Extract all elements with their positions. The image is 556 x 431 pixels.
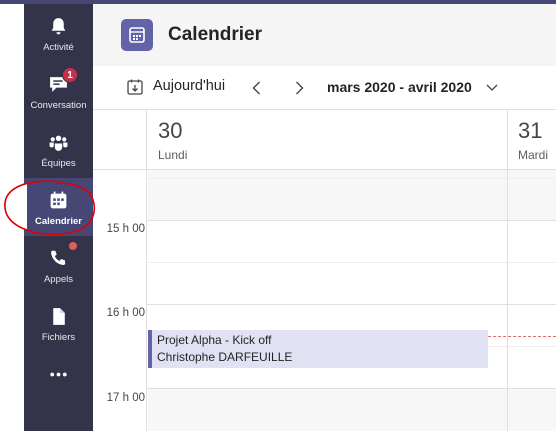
time-grid: 15 h 00 16 h 00 17 h 00 Projet Alpha - K… bbox=[93, 170, 556, 431]
event-organizer: Christophe DARFEUILLE bbox=[157, 350, 293, 364]
page-title: Calendrier bbox=[168, 24, 262, 45]
rail-item-label: Appels bbox=[43, 274, 74, 285]
rail-item-label: Conversation bbox=[30, 100, 87, 111]
chevron-right-icon bbox=[296, 81, 304, 95]
rail-item-activity[interactable]: Activité bbox=[24, 4, 93, 62]
day-number: 31 bbox=[518, 118, 543, 143]
column-divider bbox=[507, 110, 508, 170]
hour-line bbox=[147, 220, 556, 221]
day-header-monday[interactable]: 30 Lundi bbox=[147, 110, 507, 170]
day-name: Lundi bbox=[158, 148, 188, 162]
rail-item-calendar[interactable]: Calendrier bbox=[24, 178, 93, 236]
calendar-today-icon bbox=[127, 79, 143, 95]
rail-item-label: Fichiers bbox=[41, 332, 76, 343]
teams-icon bbox=[49, 135, 68, 151]
half-hour-line bbox=[147, 262, 556, 263]
hour-line bbox=[147, 388, 556, 389]
rail-item-conversation[interactable]: 1 Conversation bbox=[24, 62, 93, 120]
event-title: Projet Alpha - Kick off bbox=[157, 333, 272, 347]
hour-label: 17 h 00 bbox=[106, 392, 145, 404]
rail-item-label: Activité bbox=[43, 42, 74, 53]
next-button[interactable] bbox=[287, 76, 311, 100]
half-hour-line bbox=[147, 178, 556, 179]
calendar-icon bbox=[50, 191, 67, 209]
day-number: 30 bbox=[158, 118, 183, 143]
hour-label: 16 h 00 bbox=[106, 307, 145, 319]
day-header-tuesday[interactable]: 31 Mardi bbox=[507, 110, 556, 170]
today-label: Aujourd'hui bbox=[153, 78, 226, 94]
file-icon bbox=[53, 308, 65, 325]
app-header: Calendrier bbox=[93, 4, 556, 66]
phone-icon bbox=[51, 250, 66, 266]
top-accent-bar bbox=[0, 0, 556, 4]
chevron-down-icon bbox=[486, 84, 498, 91]
bell-icon bbox=[51, 18, 66, 35]
app-rail: Activité 1 Conversation Équipes Calendri… bbox=[24, 0, 93, 431]
calendar-icon bbox=[129, 27, 145, 43]
unread-badge: 1 bbox=[62, 67, 78, 83]
previous-button[interactable] bbox=[245, 76, 269, 100]
rail-item-more[interactable] bbox=[24, 352, 93, 410]
more-icon bbox=[50, 372, 67, 377]
hour-line bbox=[147, 304, 556, 305]
calendar-event[interactable]: Projet Alpha - Kick off Christophe DARFE… bbox=[148, 330, 488, 368]
rail-item-label: Équipes bbox=[41, 158, 76, 169]
calendar-app-icon bbox=[121, 19, 153, 51]
date-range-dropdown[interactable]: mars 2020 - avril 2020 bbox=[327, 76, 517, 100]
rail-item-label: Calendrier bbox=[35, 216, 82, 227]
rail-item-calls[interactable]: Appels bbox=[24, 236, 93, 294]
gutter-header bbox=[93, 110, 147, 170]
date-range-label: mars 2020 - avril 2020 bbox=[327, 79, 472, 95]
calendar-toolbar: Aujourd'hui mars 2020 - avril 2020 bbox=[93, 66, 556, 110]
chevron-left-icon bbox=[252, 81, 260, 95]
rail-item-files[interactable]: Fichiers bbox=[24, 294, 93, 352]
column-divider bbox=[507, 170, 508, 431]
today-button[interactable]: Aujourd'hui bbox=[123, 76, 233, 100]
notification-dot bbox=[69, 242, 77, 250]
off-hours-band bbox=[148, 388, 556, 431]
rail-item-teams[interactable]: Équipes bbox=[24, 120, 93, 178]
day-name: Mardi bbox=[518, 148, 549, 162]
time-gutter: 15 h 00 16 h 00 17 h 00 bbox=[93, 170, 147, 431]
hour-label: 15 h 00 bbox=[106, 223, 145, 235]
